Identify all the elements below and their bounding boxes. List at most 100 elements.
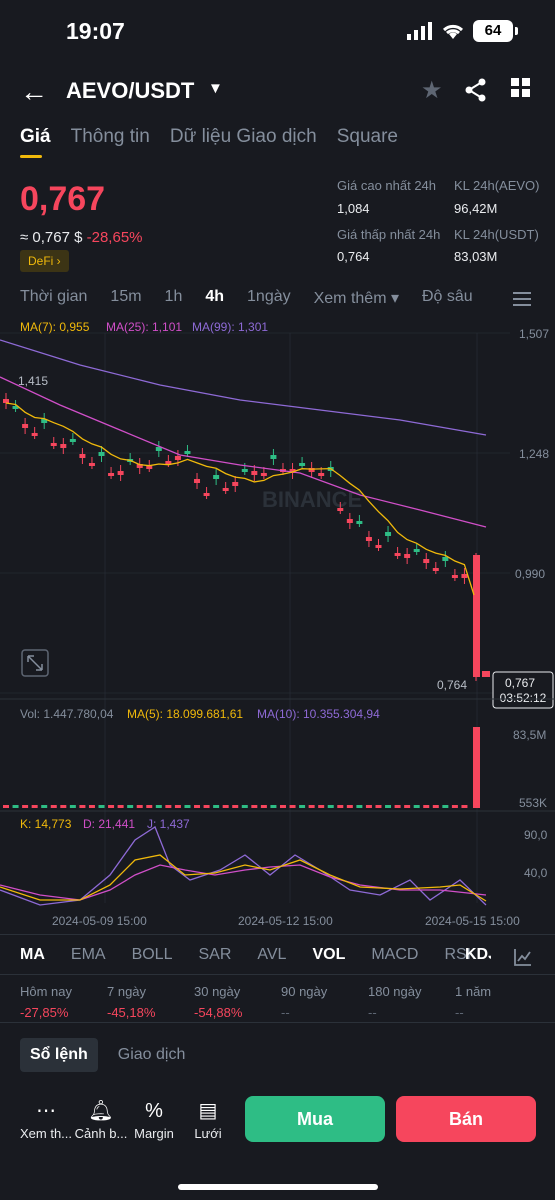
volume-bar [299,805,306,808]
sell-button[interactable]: Bán [396,1096,536,1142]
indicator-ma[interactable]: MA [20,946,45,964]
perf-value: -- [368,1005,377,1020]
candle [184,451,191,454]
alert-button[interactable]: 🔔︎ Cảnh b... [74,1096,128,1141]
volume-bar [308,805,315,808]
interval-4h[interactable]: 4h [205,288,224,308]
ma7-legend: MA(7): 0,955 [20,320,90,334]
volume-bar [473,727,480,808]
indicator-bar: MA EMA BOLL SAR AVL VOL MACD RSI [20,946,471,964]
price-sub: ≈ 0,767 $ -28,65% [20,229,143,246]
high-label: Giá cao nhất 24h [337,178,437,193]
indicator-vol[interactable]: VOL [312,946,345,964]
volume-bar [251,805,258,808]
indicator-macd[interactable]: MACD [371,946,418,964]
tab-trade-data[interactable]: Dữ liệu Giao dịch [170,126,317,148]
volume-bar [213,805,220,808]
kdj-j-legend: J: 1,437 [147,817,190,831]
tab-trades[interactable]: Giao dịch [114,1038,190,1072]
status-bar: 19:07 64 [0,0,555,66]
grid-bot-button[interactable]: ▤ Lưới [190,1096,226,1141]
candle [117,471,124,475]
kdj-d-legend: D: 21,441 [83,817,135,831]
chevron-down-icon[interactable]: ▼ [208,80,223,97]
candle [394,553,401,556]
indicator-ema[interactable]: EMA [71,946,106,964]
vol-ma10-legend: MA(10): 10.355.304,94 [257,707,380,721]
candle [22,424,29,428]
tab-order-book[interactable]: Sổ lệnh [20,1038,98,1072]
last-price: 0,767 [20,180,106,218]
more-button[interactable]: ⋯ Xem th... [18,1096,74,1141]
back-arrow-icon[interactable]: ← [20,76,48,108]
ma99-legend: MA(99): 1,301 [192,320,268,334]
status-time: 19:07 [66,18,125,44]
candle [451,575,458,578]
favorite-star-icon[interactable]: ★ [421,76,443,105]
volume-bar [442,805,449,808]
price-chart[interactable]: MA(7): 0,955 MA(25): 1,101 MA(99): 1,301… [0,315,555,935]
status-icons: 64 [407,20,518,42]
volume-bar [404,805,411,808]
volume-bar [327,805,334,808]
grid-bot-label: Lưới [194,1126,222,1141]
divider [0,974,555,975]
countdown-tag: 03:52:12 [500,691,547,705]
buy-button[interactable]: Mua [245,1096,385,1142]
candle [241,469,248,472]
interval-15m[interactable]: 15m [110,288,141,308]
volume-bar [12,805,19,808]
high-marker: 1,415 [18,374,48,388]
candle [413,549,420,552]
grid-menu-icon[interactable] [511,78,531,98]
indicator-settings-icon[interactable] [514,948,532,966]
indicator-avl[interactable]: AVL [257,946,286,964]
volume-bar [413,805,420,808]
candle [251,471,258,475]
perf-value: -54,88% [194,1005,243,1020]
category-tag[interactable]: DeFi › [20,250,69,272]
share-icon[interactable] [464,78,488,102]
more-dots-icon: ⋯ [36,1100,56,1122]
interval-1h[interactable]: 1h [165,288,183,308]
indicator-boll[interactable]: BOLL [132,946,173,964]
volume-bar [174,805,181,808]
chart-settings-icon[interactable] [513,291,531,307]
perf-label: 30 ngày [194,984,241,999]
interval-time[interactable]: Thời gian [20,288,87,308]
price-axis-label: 1,248 [519,447,549,461]
volume-bar [41,805,48,808]
volume-bar [50,805,57,808]
volume-bar [289,805,296,808]
perf-label: 180 ngày [368,984,422,999]
vol-ma5-legend: MA(5): 18.099.681,61 [127,707,243,721]
signal-icon [407,22,432,40]
kdj-axis-label: 40,0 [524,866,548,880]
volume-bar [232,805,239,808]
candle [146,466,153,469]
approx-price: ≈ 0,767 $ [20,229,83,246]
indicator-kdj[interactable]: KDJ [465,946,491,964]
volume-bar [88,805,95,808]
tab-info[interactable]: Thông tin [71,126,150,148]
date-label: 2024-05-09 15:00 [52,914,147,928]
margin-button[interactable]: % Margin [132,1096,176,1141]
pair-title[interactable]: AEVO/USDT [66,78,194,104]
kdj-axis-label: 90,0 [524,828,548,842]
wifi-icon [442,24,464,39]
tab-price[interactable]: Giá [20,126,51,158]
candle [194,479,201,483]
candle [375,545,382,548]
candle [318,473,325,476]
volume-bar [260,805,267,808]
indicator-sar[interactable]: SAR [198,946,231,964]
vol-axis-label: 553K [519,796,547,810]
interval-1d[interactable]: 1ngày [247,288,291,308]
interval-depth[interactable]: Độ sâu [422,288,473,308]
tab-square[interactable]: Square [337,126,398,148]
candle [270,455,277,459]
candle [232,482,239,486]
volume-bar [127,805,134,808]
vol-base-label: KL 24h(AEVO) [454,178,540,193]
interval-more[interactable]: Xem thêm ▾ [314,288,399,308]
